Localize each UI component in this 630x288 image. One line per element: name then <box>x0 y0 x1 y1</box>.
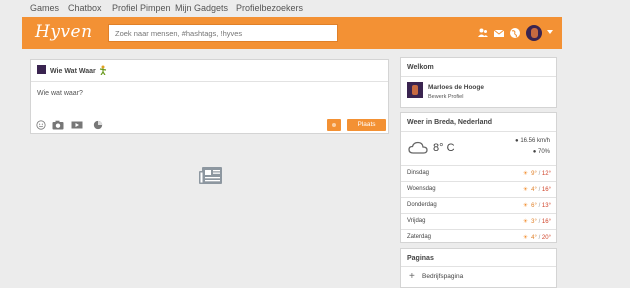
divider <box>401 131 556 132</box>
nav-games[interactable]: Games <box>30 3 59 13</box>
smiley-icon[interactable] <box>35 120 47 130</box>
divider <box>401 197 556 198</box>
location-button[interactable] <box>327 119 341 131</box>
weather-widget: Weer in Breda, Nederland 8° C ● 16.56 km… <box>400 112 557 243</box>
logo[interactable]: Hyven <box>35 22 93 42</box>
avatar[interactable] <box>407 82 423 98</box>
forecast-day: Donderdag <box>407 202 437 208</box>
forecast-day: Zaterdag <box>407 234 432 240</box>
plus-icon[interactable]: + <box>409 272 415 282</box>
header-bar: Hyven <box>22 17 562 49</box>
top-navigation: Games Chatbox Profiel Pimpen Mijn Gadget… <box>0 0 630 17</box>
dancer-icon <box>99 65 107 75</box>
widget-title: Welkom <box>407 64 434 71</box>
droplet-icon: ● <box>532 149 537 155</box>
wind-speed: ● 16.56 km/h <box>515 138 550 144</box>
divider <box>31 81 388 82</box>
newspaper-icon <box>199 167 222 184</box>
divider <box>401 213 556 214</box>
post-button[interactable]: Plaats <box>347 119 386 131</box>
pages-widget: Paginas + Bedrijfspagina <box>400 248 557 288</box>
cloud-icon <box>408 141 428 154</box>
forecast-temps: ☀ 4° / 20° <box>522 235 551 241</box>
composer-title: Wie Wat Waar <box>50 68 96 75</box>
widget-title: Weer in Breda, Nederland <box>407 119 493 126</box>
status-textarea[interactable]: Wie wat waar? <box>37 90 83 97</box>
sun-icon: ☀ <box>522 187 529 193</box>
chevron-down-icon[interactable] <box>547 30 553 34</box>
avatar[interactable] <box>526 25 542 41</box>
current-temperature: 8° C <box>433 142 455 154</box>
search-input[interactable] <box>108 24 338 42</box>
sun-icon: ☀ <box>522 203 529 209</box>
camera-icon[interactable] <box>52 120 64 130</box>
status-composer: Wie Wat Waar Wie wat waar? Plaats <box>30 59 389 134</box>
humidity: ● 70% <box>532 149 550 155</box>
forecast-day: Dinsdag <box>407 170 430 176</box>
nav-mijn-gadgets[interactable]: Mijn Gadgets <box>175 3 228 13</box>
edit-profile-link[interactable]: Bewerk Profiel <box>428 94 463 100</box>
divider <box>401 181 556 182</box>
mail-icon[interactable] <box>493 27 505 39</box>
widget-title: Paginas <box>407 255 434 262</box>
nav-profiel-pimpen[interactable]: Profiel Pimpen <box>112 3 171 13</box>
video-icon[interactable] <box>71 120 83 130</box>
sun-icon: ☀ <box>522 219 529 225</box>
sun-icon: ☀ <box>522 235 529 241</box>
forecast-temps: ☀ 3° / 16° <box>522 219 551 225</box>
divider <box>401 229 556 230</box>
forecast-day: Vrijdag <box>407 218 426 224</box>
business-page-link[interactable]: Bedrijfspagina <box>422 273 463 280</box>
divider <box>401 76 556 77</box>
forecast-temps: ☀ 4° / 16° <box>522 187 551 193</box>
forecast-temps: ☀ 9° / 12° <box>522 171 551 177</box>
nav-chatbox[interactable]: Chatbox <box>68 3 102 13</box>
welcome-widget: Welkom Marloes de Hooge Bewerk Profiel <box>400 57 557 108</box>
forecast-day: Woensdag <box>407 186 436 192</box>
divider <box>401 266 556 267</box>
pie-icon[interactable] <box>92 120 104 130</box>
divider <box>401 165 556 166</box>
wind-icon: ● <box>515 138 519 144</box>
forecast-temps: ☀ 6° / 13° <box>522 203 551 209</box>
sun-icon: ☀ <box>522 171 529 177</box>
friends-icon[interactable] <box>477 27 489 39</box>
nav-profielbezoekers[interactable]: Profielbezoekers <box>236 3 303 13</box>
globe-icon[interactable] <box>509 27 521 39</box>
user-thumbnail <box>37 65 46 74</box>
user-name[interactable]: Marloes de Hooge <box>428 84 484 91</box>
